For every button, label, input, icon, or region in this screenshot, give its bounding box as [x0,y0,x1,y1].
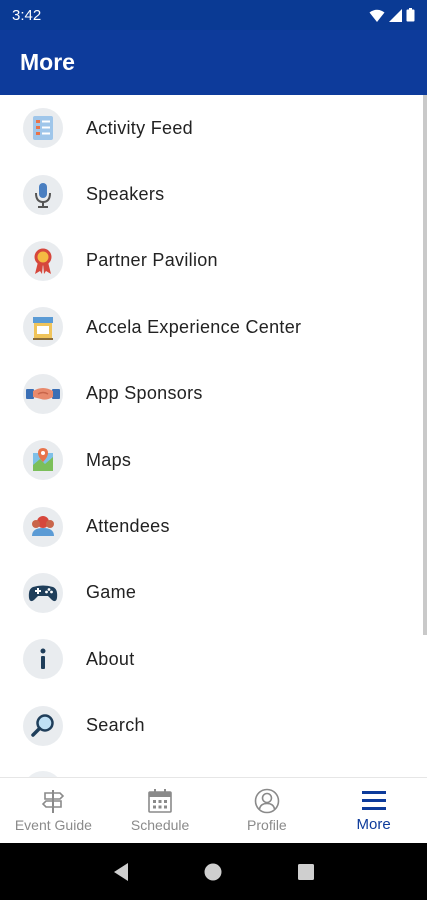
scrollbar[interactable] [423,95,427,635]
gamepad-icon [23,572,63,613]
menu-item-label: Speakers [86,184,165,205]
menu-item-game[interactable]: Game [0,560,427,626]
back-icon[interactable] [112,862,130,882]
activity-feed-icon [23,108,63,149]
info-icon [23,639,63,680]
tab-schedule[interactable]: Schedule [107,778,214,843]
magnifier-icon [23,705,63,746]
menu-item-label: Partner Pavilion [86,250,218,271]
menu-item-label: Game [86,582,137,603]
menu-item-label: Attendees [86,516,170,537]
menu-item-maps[interactable]: Maps [0,427,427,493]
attendees-icon [23,506,63,547]
tab-profile[interactable]: Profile [214,778,321,843]
menu-item-app-sponsors[interactable]: App Sponsors [0,361,427,427]
wifi-icon [369,9,385,22]
tab-event-guide[interactable]: Event Guide [0,778,107,843]
microphone-icon [23,174,63,215]
app-bar: More [0,30,427,95]
menu-item-about[interactable]: About [0,626,427,692]
menu-item-label: Search [86,715,145,736]
battery-icon [406,8,415,22]
status-icons [369,8,415,22]
more-menu-list[interactable]: Activity Feed Speakers Partner Pavilion [0,95,427,777]
menu-item-activity-feed[interactable]: Activity Feed [0,95,427,161]
home-icon[interactable] [203,862,223,882]
status-bar: 3:42 [0,0,427,30]
menu-item-accela-experience-center[interactable]: Accela Experience Center [0,294,427,360]
tab-label: Schedule [130,817,190,833]
calendar-icon [148,789,172,813]
signpost-icon [42,790,65,813]
tab-label: Event Guide [14,817,92,833]
storefront-icon [23,307,63,348]
menu-item-label: Maps [86,449,132,470]
menu-item-attendees[interactable]: Attendees [0,493,427,559]
menu-item-partner-pavilion[interactable]: Partner Pavilion [0,228,427,294]
menu-item-search[interactable]: Search [0,693,427,759]
menu-item-label: App Sponsors [86,383,203,404]
tab-label: Profile [247,817,287,833]
menu-item-speakers[interactable]: Speakers [0,161,427,227]
handshake-icon [23,373,63,414]
map-pin-icon [23,440,63,481]
status-time: 3:42 [12,6,42,24]
tab-more[interactable]: More [320,778,427,843]
recents-icon[interactable] [297,863,315,881]
profile-icon [254,788,280,814]
menu-item-label: Activity Feed [86,117,193,138]
page-title: More [20,49,75,75]
ribbon-award-icon [23,240,63,281]
tab-label: More [356,815,391,833]
menu-item-label: Accela Experience Center [86,316,302,337]
bottom-nav: Event Guide Schedule Profile More [0,777,427,843]
menu-item-label: About [86,648,135,669]
signal-icon [389,8,402,22]
system-nav-bar [0,843,427,900]
hamburger-menu-icon [361,790,386,810]
